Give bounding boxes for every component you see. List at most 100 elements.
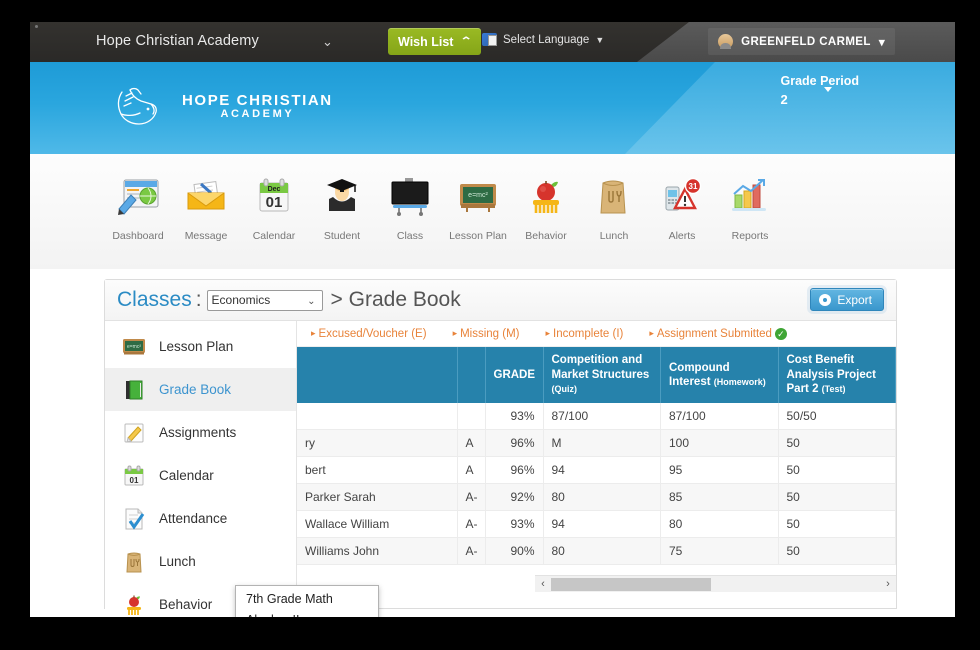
sidebar-item-label: Assignments — [159, 425, 236, 440]
legend-item-submitted[interactable]: ▸ Assignment Submitted ✓ — [649, 328, 787, 340]
table-row[interactable]: ry A 96% M 100 50 — [297, 430, 896, 457]
cell-student-name[interactable]: bert — [297, 457, 457, 484]
chalkboard-icon: e=mc² — [444, 166, 512, 228]
translate-icon — [482, 33, 497, 46]
nav-item-class[interactable]: Class — [376, 166, 444, 242]
export-button[interactable]: Export — [810, 288, 884, 311]
table-row[interactable]: Parker Sarah A- 92% 80 85 50 — [297, 484, 896, 511]
chevron-down-icon: ▾ — [879, 35, 885, 49]
svg-text:Dec: Dec — [268, 186, 281, 193]
sidebar-item-calendar[interactable]: 01 Calendar — [105, 454, 296, 497]
cell-student-name[interactable]: ry — [297, 430, 457, 457]
nav-item-lunch[interactable]: Lunch — [580, 166, 648, 242]
cell-assignment-2[interactable]: 75 — [661, 538, 779, 565]
cell-assignment-1[interactable]: 80 — [543, 538, 661, 565]
nav-item-message[interactable]: Message — [172, 166, 240, 242]
col-subtitle: (Test) — [822, 384, 846, 394]
table-row[interactable]: Wallace William A- 93% 94 80 50 — [297, 511, 896, 538]
cell-assignment-3[interactable]: 50 — [778, 538, 896, 565]
horse-head-logo-icon — [108, 84, 170, 130]
svg-text:e=mc²: e=mc² — [468, 192, 488, 199]
gear-icon — [819, 294, 831, 306]
section-sidebar: e=mc² Lesson Plan Grade Book — [105, 321, 297, 609]
cell-assignment-2[interactable]: 100 — [661, 430, 779, 457]
apple-icon — [512, 166, 580, 228]
nav-item-calendar[interactable]: Dec 01 Calendar — [240, 166, 308, 242]
cell-assignment-2[interactable]: 85 — [661, 484, 779, 511]
cell-assignment-3[interactable]: 50 — [778, 457, 896, 484]
legend-item-excused[interactable]: ▸ Excused/Voucher (E) — [311, 328, 427, 340]
nav-label: Alerts — [648, 230, 716, 242]
nav-item-dashboard[interactable]: Dashboard — [104, 166, 172, 242]
col-grade[interactable]: GRADE — [485, 347, 543, 403]
cell-letter-mark — [457, 403, 485, 430]
cell-student-name[interactable] — [297, 403, 457, 430]
col-assignment-1[interactable]: Competition and Market Structures (Quiz) — [543, 347, 661, 403]
class-dropdown-list[interactable]: 7th Grade Math Algebra II Chemistry Econ… — [235, 585, 379, 617]
select-language-control[interactable]: Select Language ▼ — [482, 33, 604, 46]
nav-label: Reports — [716, 230, 784, 242]
user-menu-button[interactable]: GREENFELD CARMEL ▾ — [708, 28, 895, 55]
school-selector-label[interactable]: Hope Christian Academy — [96, 33, 259, 49]
class-select-value: Economics — [212, 293, 271, 307]
cell-student-name[interactable]: Williams John — [297, 538, 457, 565]
nav-item-student[interactable]: Student — [308, 166, 376, 242]
nav-label: Lesson Plan — [444, 230, 512, 242]
cell-assignment-1[interactable]: 94 — [543, 457, 661, 484]
cell-assignment-3[interactable]: 50 — [778, 484, 896, 511]
nav-label: Calendar — [240, 230, 308, 242]
cell-assignment-1[interactable]: 87/100 — [543, 403, 661, 430]
nav-item-alerts[interactable]: 31 Alerts — [648, 166, 716, 242]
class-select[interactable]: Economics ⌄ — [207, 290, 323, 311]
cell-assignment-2[interactable]: 95 — [661, 457, 779, 484]
col-assignment-3[interactable]: Cost Benefit Analysis Project Part 2 (Te… — [778, 347, 896, 403]
sidebar-item-lunch[interactable]: Lunch — [105, 540, 296, 583]
sidebar-item-lesson-plan[interactable]: e=mc² Lesson Plan — [105, 325, 296, 368]
caret-right-icon: ▸ — [649, 328, 654, 339]
sidebar-item-grade-book[interactable]: Grade Book — [105, 368, 296, 411]
legend-item-incomplete[interactable]: ▸ Incomplete (I) — [546, 328, 624, 340]
chalkboard-icon: e=mc² — [121, 334, 147, 360]
nav-label: Student — [308, 230, 376, 242]
chevron-down-icon[interactable]: ⌄ — [322, 34, 333, 50]
scrollbar-track[interactable] — [551, 578, 880, 591]
nav-item-lesson-plan[interactable]: e=mc² Lesson Plan — [444, 166, 512, 242]
grade-period-selector[interactable]: Grade Period 2 — [781, 74, 860, 107]
sidebar-item-assignments[interactable]: Assignments — [105, 411, 296, 454]
lunchbag-icon — [121, 549, 147, 575]
cell-student-name[interactable]: Parker Sarah — [297, 484, 457, 511]
wish-list-button[interactable]: Wish List ⌃ — [388, 28, 481, 55]
cell-assignment-1[interactable]: M — [543, 430, 661, 457]
nav-label: Lunch — [580, 230, 648, 242]
scroll-left-arrow[interactable]: ‹ — [535, 578, 551, 590]
dropdown-option[interactable]: Algebra II — [236, 609, 378, 617]
col-letter-mark[interactable] — [457, 347, 485, 403]
cell-assignment-3[interactable]: 50/50 — [778, 403, 896, 430]
horizontal-scrollbar[interactable]: ‹ › — [535, 575, 896, 592]
cell-assignment-3[interactable]: 50 — [778, 430, 896, 457]
scroll-right-arrow[interactable]: › — [880, 578, 896, 590]
cell-assignment-1[interactable]: 80 — [543, 484, 661, 511]
cell-assignment-2[interactable]: 80 — [661, 511, 779, 538]
cell-assignment-1[interactable]: 94 — [543, 511, 661, 538]
scrollbar-thumb[interactable] — [551, 578, 711, 591]
legend-label: Excused/Voucher (E) — [319, 328, 427, 340]
cell-assignment-3[interactable]: 50 — [778, 511, 896, 538]
col-student-name[interactable] — [297, 347, 457, 403]
sidebar-item-attendance[interactable]: Attendance — [105, 497, 296, 540]
table-row[interactable]: Williams John A- 90% 80 75 50 — [297, 538, 896, 565]
sidebar-item-label: Attendance — [159, 511, 227, 526]
grade-period-value: 2 — [781, 92, 860, 107]
table-row[interactable]: 93% 87/100 87/100 50/50 — [297, 403, 896, 430]
caret-right-icon: ▸ — [311, 328, 316, 339]
col-assignment-2[interactable]: Compound Interest (Homework) — [661, 347, 779, 403]
sidebar-item-label: Lunch — [159, 554, 196, 569]
nav-item-reports[interactable]: Reports — [716, 166, 784, 242]
nav-item-behavior[interactable]: Behavior — [512, 166, 580, 242]
cell-student-name[interactable]: Wallace William — [297, 511, 457, 538]
legend-item-missing[interactable]: ▸ Missing (M) — [453, 328, 520, 340]
dropdown-option[interactable]: 7th Grade Math — [236, 588, 378, 609]
table-row[interactable]: bert A 96% 94 95 50 — [297, 457, 896, 484]
card-body: e=mc² Lesson Plan Grade Book — [105, 321, 896, 609]
cell-assignment-2[interactable]: 87/100 — [661, 403, 779, 430]
